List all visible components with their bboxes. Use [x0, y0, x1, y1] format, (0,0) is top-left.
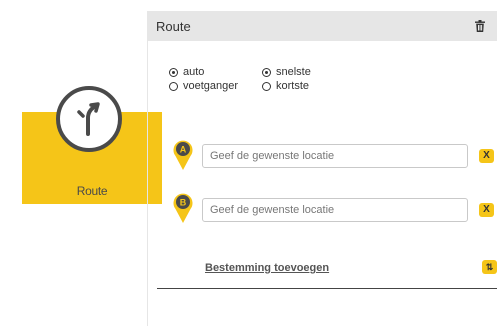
- panel-bottom-divider: [157, 288, 497, 289]
- mode-label-auto: auto: [183, 66, 205, 78]
- mode-label-voetganger: voetganger: [183, 80, 239, 92]
- location-a-input[interactable]: [202, 144, 468, 168]
- pref-label-snelste: snelste: [276, 66, 311, 78]
- marker-a-icon: A: [172, 137, 194, 176]
- mode-option-auto[interactable]: auto: [169, 66, 204, 78]
- panel-title: Route: [156, 19, 191, 34]
- clear-location-b-button[interactable]: X: [479, 203, 494, 217]
- clear-location-a-button[interactable]: X: [479, 149, 494, 163]
- marker-b-icon: B: [172, 190, 194, 229]
- radio-auto[interactable]: [169, 67, 178, 77]
- add-destination-link[interactable]: Bestemming toevoegen: [205, 262, 329, 274]
- route-fork-icon[interactable]: [56, 86, 122, 152]
- radio-snelste[interactable]: [262, 67, 271, 77]
- pref-option-snelste[interactable]: snelste: [262, 66, 311, 78]
- panel-header: Route: [147, 11, 497, 41]
- pref-label-kortste: kortste: [276, 80, 310, 92]
- pref-option-kortste[interactable]: kortste: [262, 80, 309, 92]
- swap-locations-button[interactable]: ⇅: [482, 260, 497, 274]
- location-b-input[interactable]: [202, 198, 468, 222]
- marker-b-letter: B: [180, 198, 187, 208]
- radio-kortste[interactable]: [262, 81, 271, 91]
- panel-border: [147, 41, 148, 326]
- mode-option-voetganger[interactable]: voetganger: [169, 80, 238, 92]
- trash-icon[interactable]: [475, 19, 485, 37]
- marker-a-letter: A: [180, 145, 187, 155]
- radio-voetganger[interactable]: [169, 81, 178, 91]
- route-tile-label: Route: [76, 184, 108, 198]
